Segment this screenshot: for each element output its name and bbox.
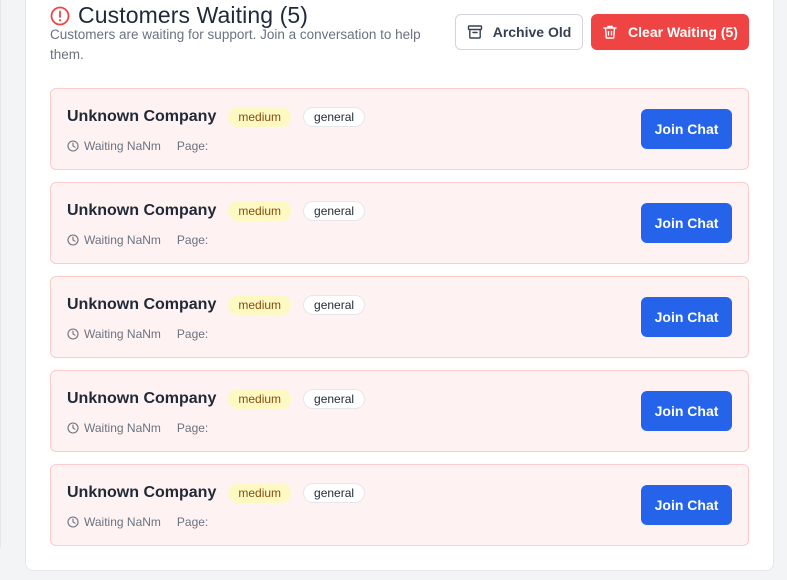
- clock-icon: [67, 234, 79, 246]
- company-name: Unknown Company: [67, 202, 217, 219]
- waiting-time: Waiting NaNm: [84, 421, 161, 435]
- card-meta: Waiting NaNm Page:: [67, 421, 208, 435]
- waiting-time: Waiting NaNm: [84, 233, 161, 247]
- company-name: Unknown Company: [67, 296, 217, 313]
- priority-badge: medium: [228, 483, 292, 503]
- card-meta: Waiting NaNm Page:: [67, 139, 208, 153]
- waiting-time: Waiting NaNm: [84, 327, 161, 341]
- join-chat-button[interactable]: Join Chat: [641, 297, 732, 337]
- clock-icon: [67, 422, 79, 434]
- trash-icon: [602, 24, 618, 40]
- waiting-card: Unknown Company medium general Waiting N…: [50, 276, 749, 358]
- waiting-card: Unknown Company medium general Waiting N…: [50, 182, 749, 264]
- waiting-card: Unknown Company medium general Waiting N…: [50, 464, 749, 546]
- clear-waiting-button[interactable]: Clear Waiting (5): [591, 14, 749, 50]
- card-meta: Waiting NaNm Page:: [67, 327, 208, 341]
- clock-icon: [67, 328, 79, 340]
- archive-old-label: Archive Old: [492, 24, 572, 40]
- page-subtitle: Customers are waiting for support. Join …: [50, 27, 421, 62]
- panel-header: Customers Waiting (5) Customers are wait…: [50, 0, 750, 70]
- join-chat-button[interactable]: Join Chat: [641, 485, 732, 525]
- priority-badge: medium: [228, 295, 292, 315]
- category-badge: general: [303, 201, 366, 221]
- company-name: Unknown Company: [67, 390, 217, 407]
- page-label: Page:: [176, 233, 209, 247]
- priority-badge: medium: [228, 201, 292, 221]
- waiting-time: Waiting NaNm: [84, 139, 161, 153]
- waiting-card: Unknown Company medium general Waiting N…: [50, 88, 749, 170]
- priority-badge: medium: [228, 107, 292, 127]
- waiting-time: Waiting NaNm: [84, 515, 161, 529]
- alert-circle-icon: [50, 6, 70, 26]
- card-meta: Waiting NaNm Page:: [67, 515, 208, 529]
- clear-waiting-label: Clear Waiting (5): [628, 24, 738, 40]
- card-header: Unknown Company medium general: [67, 389, 366, 409]
- category-badge: general: [303, 389, 366, 409]
- category-badge: general: [303, 107, 366, 127]
- join-chat-button[interactable]: Join Chat: [641, 203, 732, 243]
- left-divider: [0, 0, 1, 548]
- page-label: Page:: [176, 421, 209, 435]
- waiting-list: Unknown Company medium general Waiting N…: [50, 88, 749, 558]
- category-badge: general: [303, 483, 366, 503]
- page-label: Page:: [176, 327, 209, 341]
- join-chat-button[interactable]: Join Chat: [641, 391, 732, 431]
- archive-icon: [467, 24, 483, 40]
- join-chat-button[interactable]: Join Chat: [641, 109, 732, 149]
- company-name: Unknown Company: [67, 484, 217, 501]
- archive-old-button[interactable]: Archive Old: [455, 14, 583, 50]
- waiting-card: Unknown Company medium general Waiting N…: [50, 370, 749, 452]
- card-header: Unknown Company medium general: [67, 201, 366, 221]
- page-label: Page:: [176, 139, 209, 153]
- card-header: Unknown Company medium general: [67, 107, 366, 127]
- card-header: Unknown Company medium general: [67, 483, 366, 503]
- card-meta: Waiting NaNm Page:: [67, 233, 208, 247]
- clock-icon: [67, 140, 79, 152]
- card-header: Unknown Company medium general: [67, 295, 366, 315]
- page-label: Page:: [176, 515, 209, 529]
- priority-badge: medium: [228, 389, 292, 409]
- category-badge: general: [303, 295, 366, 315]
- company-name: Unknown Company: [67, 108, 217, 125]
- clock-icon: [67, 516, 79, 528]
